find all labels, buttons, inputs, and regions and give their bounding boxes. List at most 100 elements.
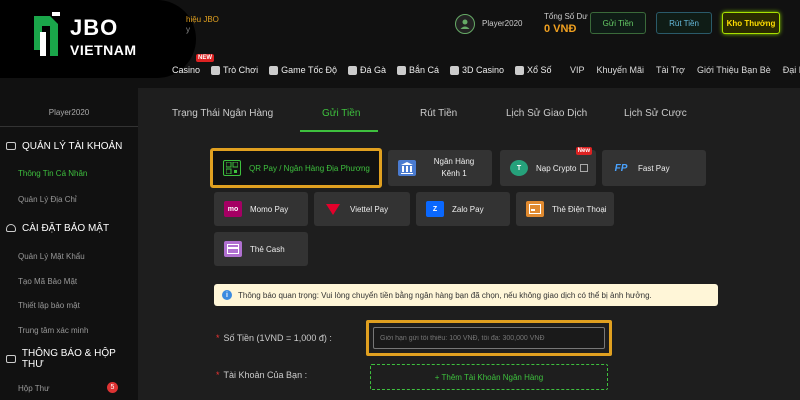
info-icon: i [222, 290, 232, 300]
user-icon [460, 19, 470, 29]
mail-icon [6, 355, 16, 363]
cash-card-icon [224, 241, 242, 257]
payment-momo[interactable]: mo Momo Pay [214, 192, 308, 226]
payment-zalo[interactable]: Z Zalo Pay [416, 192, 510, 226]
important-notice: i Thông báo quan trọng: Vui lòng chuyển … [214, 284, 718, 306]
sidebar-item-password[interactable]: Quản Lý Mật Khẩu [18, 252, 85, 261]
rooster-icon [347, 65, 357, 75]
nav-label: Casino [172, 65, 201, 75]
sidebar-section-security: CÀI ĐẶT BẢO MẬT [0, 218, 138, 238]
label-text: Số Tiền (1VND = 1,000 đ) : [223, 333, 332, 343]
payment-label: Zalo Pay [452, 204, 484, 214]
qr-icon [223, 160, 241, 176]
required-mark: * [216, 370, 220, 380]
sidebar-item-personal-info[interactable]: Thông Tin Cá Nhân [18, 169, 87, 178]
balance-label: Tổng Số Dư [544, 12, 588, 21]
payment-qr-pay[interactable]: QR Pay / Ngân Hàng Địa Phương [210, 148, 382, 188]
section-title: THÔNG BÁO & HỘP THƯ [21, 348, 116, 370]
sidebar-item-security-code[interactable]: Tạo Mã Bảo Mật [18, 277, 77, 286]
nav-speed-games[interactable]: Game Tốc Độ [269, 65, 337, 75]
nav-casino[interactable]: NEW Casino [172, 54, 214, 75]
sidebar-section-notifications: THÔNG BÁO & HỘP THƯ [0, 348, 138, 370]
nav-lottery[interactable]: Xổ Số [515, 65, 552, 75]
payment-bank-channel-1[interactable]: Ngân Hàng Kênh 1 [388, 150, 492, 186]
payment-phone-card[interactable]: Thẻ Điện Thoại [516, 192, 614, 226]
nav-label: 3D Casino [462, 65, 505, 75]
nav-vip[interactable]: VIP [570, 65, 585, 75]
tab-bet-history[interactable]: Lịch Sử Cược [624, 108, 687, 119]
payment-crypto[interactable]: T Nạp Crypto New [500, 147, 596, 186]
nav-referral[interactable]: Giới Thiệu Bạn Bè [697, 65, 771, 75]
nav-games[interactable]: Trò Chơi [211, 65, 258, 75]
tab-withdraw[interactable]: Rút Tiền [420, 108, 457, 119]
section-title: QUẢN LÝ TÀI KHOẢN [22, 140, 123, 152]
lock-icon [6, 224, 16, 232]
3d-casino-icon [450, 65, 459, 75]
viettel-icon [324, 201, 342, 217]
jbo-logo-icon [34, 12, 60, 56]
external-link-icon [580, 164, 589, 172]
partner-subtext: y [186, 25, 190, 34]
sidebar-item-verification[interactable]: Trung tâm xác minh [18, 326, 88, 335]
payment-fast-pay[interactable]: FP Fast Pay [602, 150, 706, 186]
sidebar-divider [0, 126, 138, 127]
wallet-tabs: Trạng Thái Ngân Hàng Gửi Tiền Rút Tiền L… [138, 108, 800, 134]
sidebar-item-inbox[interactable]: Hộp Thư [18, 384, 49, 393]
games-icon [211, 65, 221, 75]
lottery-icon [515, 65, 525, 75]
top-header: JBO VIETNAM hiệu JBO y Player2020 Tổng S… [0, 0, 800, 88]
user-avatar[interactable] [455, 14, 475, 34]
payment-label: Ngân Hàng Kênh 1 [433, 157, 475, 178]
bank-icon [398, 160, 416, 176]
sidebar-item-security-setup[interactable]: Thiết lập bảo mật [18, 301, 80, 310]
header-deposit-button[interactable]: Gửi Tiền [590, 12, 646, 34]
add-bank-account-button[interactable]: + Thêm Tài Khoản Ngân Hàng [370, 364, 608, 390]
fish-icon [396, 65, 406, 75]
amount-input[interactable] [373, 327, 605, 349]
nav-promotions[interactable]: Khuyến Mãi [597, 65, 645, 75]
payment-label: Viettel Pay [350, 204, 389, 214]
account-label: * Tài Khoản Của Bạn : [216, 370, 307, 380]
new-badge: NEW [196, 54, 214, 62]
tab-bank-status[interactable]: Trạng Thái Ngân Hàng [172, 108, 273, 119]
nav-agent[interactable]: Đại Lý [783, 65, 800, 75]
payment-label: Thẻ Điện Thoại [552, 204, 607, 214]
reward-store-button[interactable]: Kho Thưởng [722, 12, 780, 34]
tab-deposit[interactable]: Gửi Tiền [322, 108, 360, 119]
amount-field-highlight [366, 320, 612, 356]
secondary-nav: VIP Khuyến Mãi Tài Trợ Giới Thiệu Bạn Bè… [570, 62, 800, 78]
sidebar-section-account: QUẢN LÝ TÀI KHOẢN [0, 136, 138, 156]
brand-name-top: JBO [70, 15, 119, 40]
main-nav: NEW Casino Trò Chơi Game Tốc Độ Đá Gà Bắn… [172, 54, 563, 78]
payment-label: Fast Pay [638, 163, 670, 173]
sidebar-item-address[interactable]: Quản Lý Địa Chỉ [18, 195, 77, 204]
label-text: Tài Khoản Của Bạn : [223, 370, 308, 380]
section-title: CÀI ĐẶT BẢO MẬT [22, 222, 110, 234]
payment-label: Thẻ Cash [250, 244, 285, 254]
inbox-count-badge: 5 [107, 382, 118, 393]
required-mark: * [216, 333, 220, 343]
new-badge: New [575, 147, 592, 155]
tether-icon: T [510, 160, 528, 176]
speed-icon [269, 65, 279, 75]
payment-cash-card[interactable]: Thẻ Cash [214, 232, 308, 266]
sidebar-username: Player2020 [48, 108, 90, 117]
nav-sponsorship[interactable]: Tài Trợ [656, 65, 685, 75]
payment-viettel[interactable]: Viettel Pay [314, 192, 410, 226]
nav-fishing[interactable]: Bắn Cá [396, 65, 439, 75]
account-sidebar: Player2020 QUẢN LÝ TÀI KHOẢN Thông Tin C… [0, 88, 138, 400]
nav-label: Bắn Cá [408, 65, 439, 75]
nav-cockfight[interactable]: Đá Gà [347, 65, 386, 75]
brand-logo[interactable]: JBO VIETNAM [0, 0, 196, 78]
amount-label: * Số Tiền (1VND = 1,000 đ) : [216, 333, 332, 343]
notice-text: Thông báo quan trọng: Vui lòng chuyển ti… [238, 290, 652, 300]
nav-label: Game Tốc Độ [281, 65, 337, 75]
fastpay-icon: FP [614, 162, 628, 174]
tab-transaction-history[interactable]: Lịch Sử Giao Dịch [506, 108, 587, 119]
zalo-icon: Z [426, 201, 444, 217]
brand-name-bottom: VIETNAM [70, 42, 137, 58]
deposit-panel: Trạng Thái Ngân Hàng Gửi Tiền Rút Tiền L… [138, 88, 800, 400]
nav-label: Trò Chơi [223, 65, 259, 75]
nav-3d-casino[interactable]: 3D Casino [450, 65, 504, 75]
header-withdraw-button[interactable]: Rút Tiền [656, 12, 712, 34]
